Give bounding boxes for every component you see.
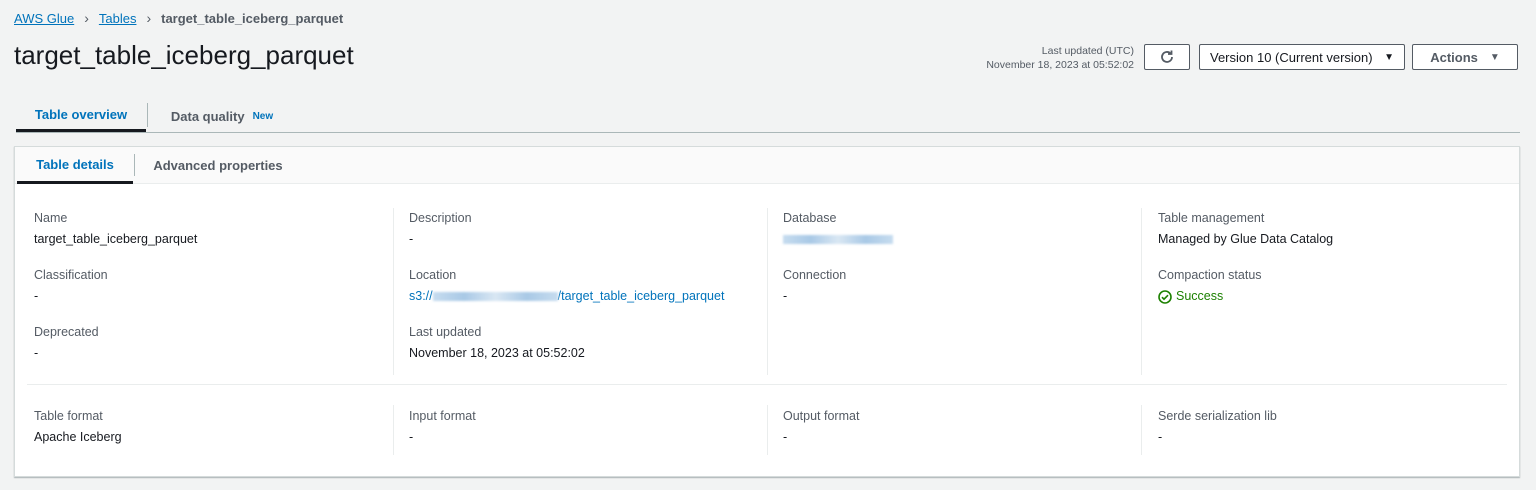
tab-divider xyxy=(147,103,148,127)
field-classification: Classification - xyxy=(34,268,108,303)
success-icon xyxy=(1158,289,1172,304)
breadcrumb-tables[interactable]: Tables xyxy=(99,11,137,26)
breadcrumb: AWS Glue › Tables › target_table_iceberg… xyxy=(14,10,343,26)
actions-button[interactable]: Actions ▼ xyxy=(1412,44,1518,70)
field-description: Description - xyxy=(409,211,472,246)
field-serde-lib: Serde serialization lib - xyxy=(1158,409,1277,444)
divider xyxy=(27,384,1507,385)
breadcrumb-aws-glue[interactable]: AWS Glue xyxy=(14,11,74,26)
last-updated: Last updated (UTC) November 18, 2023 at … xyxy=(986,44,1134,72)
refresh-button[interactable] xyxy=(1144,44,1190,70)
field-location: Location s3:///target_table_iceberg_parqu… xyxy=(409,265,724,307)
version-select[interactable]: Version 10 (Current version) ▼ xyxy=(1199,44,1405,70)
tabs: Table overview Data quality New xyxy=(16,100,1520,133)
chevron-right-icon: › xyxy=(146,10,152,26)
last-updated-value: November 18, 2023 at 05:52:02 xyxy=(986,59,1134,71)
tab-divider xyxy=(134,154,135,176)
version-select-value: Version 10 (Current version) xyxy=(1210,49,1373,65)
breadcrumb-current: target_table_iceberg_parquet xyxy=(161,10,344,26)
field-input-format: Input format - xyxy=(409,409,476,444)
field-deprecated: Deprecated - xyxy=(34,325,99,360)
tab-table-overview[interactable]: Table overview xyxy=(16,100,146,132)
page-title: target_table_iceberg_parquet xyxy=(14,40,354,70)
caret-down-icon: ▼ xyxy=(1489,51,1500,63)
refresh-icon xyxy=(1161,50,1173,63)
new-badge: New xyxy=(252,110,274,122)
field-table-format: Table format Apache Iceberg xyxy=(34,409,122,444)
field-output-format: Output format - xyxy=(783,409,860,444)
field-last-updated: Last updated November 18, 2023 at 05:52:0… xyxy=(409,325,585,360)
location-link[interactable]: s3:///target_table_iceberg_parquet xyxy=(409,286,724,307)
tab-advanced-properties[interactable]: Advanced properties xyxy=(149,147,287,184)
caret-down-icon: ▼ xyxy=(1384,51,1394,63)
field-table-management: Table management Managed by Glue Data Cat… xyxy=(1158,211,1334,246)
field-compaction-status: Compaction status Success xyxy=(1158,268,1262,304)
field-connection: Connection - xyxy=(783,268,847,303)
subtabs: Table details Advanced properties xyxy=(15,147,1519,184)
tab-table-details[interactable]: Table details xyxy=(17,147,133,184)
field-database: Database xyxy=(783,208,893,250)
field-name: Name target_table_iceberg_parquet xyxy=(34,211,198,246)
table-details-panel: Table details Advanced properties Name ta… xyxy=(14,146,1520,477)
database-link-redacted[interactable] xyxy=(783,235,893,245)
actions-label: Actions xyxy=(1430,49,1478,65)
tab-data-quality[interactable]: Data quality New xyxy=(166,100,278,132)
chevron-right-icon: › xyxy=(84,10,89,26)
last-updated-label: Last updated (UTC) xyxy=(1041,45,1134,57)
